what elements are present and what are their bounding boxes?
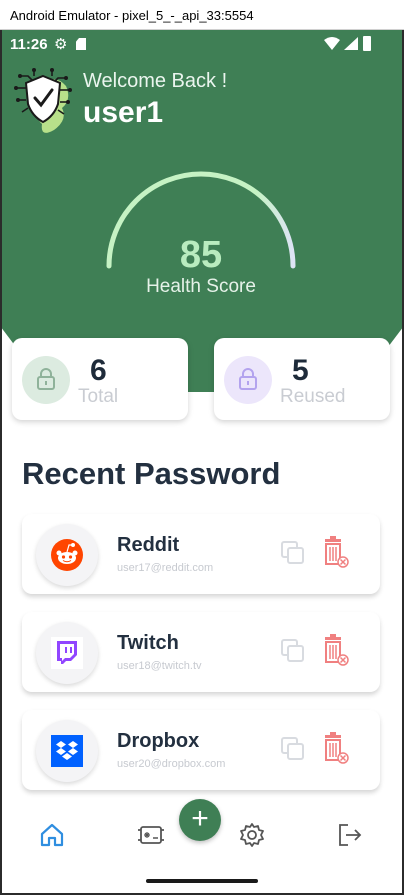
delete-icon[interactable]: [321, 634, 349, 666]
delete-icon[interactable]: [321, 732, 349, 764]
copy-icon[interactable]: [280, 540, 306, 566]
copy-icon[interactable]: [280, 638, 306, 664]
reddit-icon: [36, 524, 98, 586]
total-count: 6: [90, 354, 107, 387]
dropbox-icon: [36, 720, 98, 782]
delete-icon[interactable]: [321, 536, 349, 568]
settings-icon[interactable]: [238, 821, 266, 849]
welcome-text: Welcome Back !: [83, 70, 228, 92]
reused-count: 5: [292, 354, 309, 387]
item-name: Dropbox: [117, 730, 200, 752]
twitch-icon: [36, 622, 98, 684]
item-name: Twitch: [117, 632, 179, 654]
lock-icon: [22, 356, 70, 404]
reused-passwords-card[interactable]: 5 Reused: [214, 338, 390, 420]
emulator-frame: Android Emulator - pixel_5_-_api_33:5554…: [0, 0, 404, 895]
wifi-icon: [324, 37, 340, 50]
item-email: user18@twitch.tv: [117, 660, 202, 672]
health-score-value: 85: [179, 234, 223, 276]
signal-icon: [344, 37, 358, 50]
item-email: user20@dropbox.com: [117, 758, 226, 770]
sd-card-icon: [76, 38, 86, 50]
password-item-dropbox[interactable]: Dropbox user20@dropbox.com: [22, 710, 380, 790]
battery-icon: [363, 36, 371, 51]
password-item-twitch[interactable]: Twitch user18@twitch.tv: [22, 612, 380, 692]
status-time: 11:26: [10, 36, 48, 53]
status-bar: 11:26 ⚙: [2, 30, 402, 58]
item-email: user17@reddit.com: [117, 562, 214, 574]
plus-icon: +: [191, 802, 209, 835]
total-label: Total: [78, 386, 119, 407]
total-passwords-card[interactable]: 6 Total: [12, 338, 188, 420]
window-title: Android Emulator - pixel_5_-_api_33:5554: [10, 8, 254, 23]
phone-screen: 11:26 ⚙ Welcome Back ! user1 85 Health S…: [2, 30, 402, 893]
copy-icon[interactable]: [280, 736, 306, 762]
home-icon[interactable]: [38, 821, 66, 849]
username: user1: [83, 96, 164, 129]
gesture-home-bar[interactable]: [146, 879, 258, 883]
section-title: Recent Password: [22, 456, 281, 491]
app-logo-icon: [14, 68, 72, 133]
health-score-label: Health Score: [146, 276, 256, 297]
add-password-button[interactable]: +: [179, 799, 221, 841]
item-name: Reddit: [117, 534, 180, 556]
password-generator-icon[interactable]: [137, 821, 165, 849]
lock-icon: [224, 356, 272, 404]
logout-icon[interactable]: [336, 821, 364, 849]
emulator-titlebar: Android Emulator - pixel_5_-_api_33:5554: [0, 0, 404, 30]
reused-label: Reused: [280, 386, 346, 407]
settings-status-icon: ⚙: [54, 36, 68, 53]
password-item-reddit[interactable]: Reddit user17@reddit.com: [22, 514, 380, 594]
